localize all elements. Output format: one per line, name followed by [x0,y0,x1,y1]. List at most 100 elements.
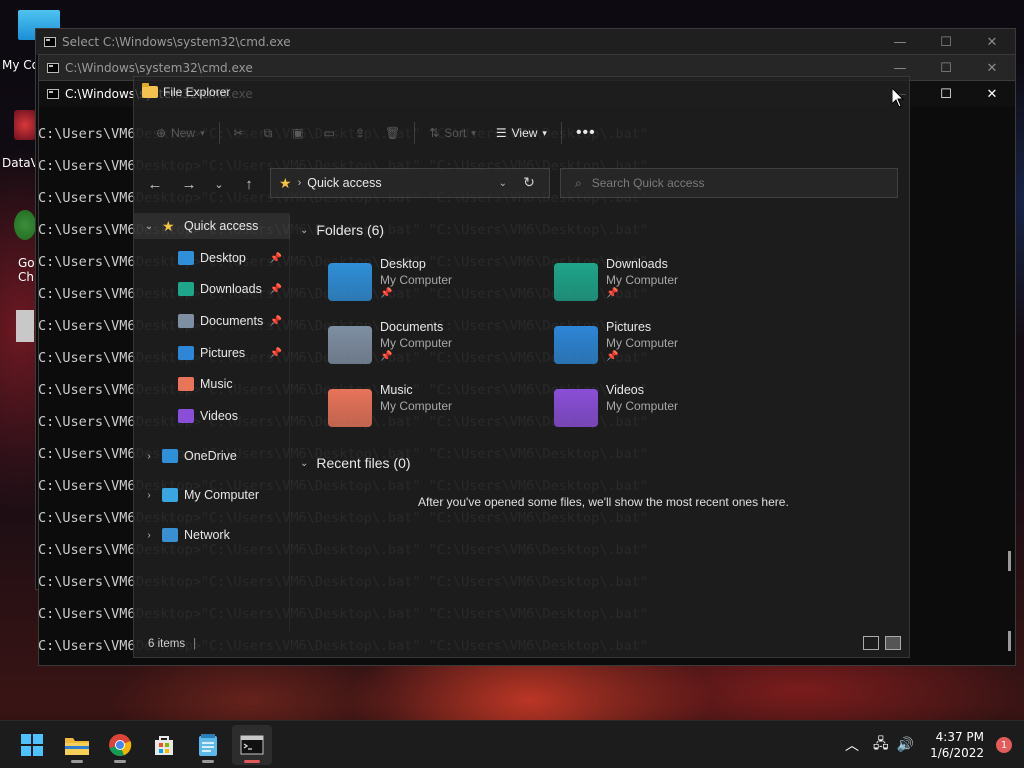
view-button[interactable]: ☰ View ▾ [486,118,557,148]
notification-badge[interactable]: 1 [996,737,1012,753]
copy-button[interactable]: ⧉ [254,118,283,148]
folder-tile-documents[interactable]: Documents My Computer 📌 [316,320,536,376]
item-count: 6 items [148,638,186,650]
sidebar-item-music[interactable]: Music [134,371,290,397]
folder-tile-desktop[interactable]: Desktop My Computer 📌 [316,257,536,313]
cmd-prompt-line: C:\Users\VM6 [38,510,136,526]
cmd-prompt-line: C:\Users\VM6 [38,414,136,430]
forward-button[interactable]: → [172,176,206,193]
file-icon [16,310,34,342]
refresh-button[interactable]: ↻ [514,167,544,197]
sidebar-item-label: My Computer [184,488,260,502]
chevron-icon[interactable]: › [142,530,156,541]
chevron-icon[interactable]: › [142,451,156,462]
cmd-titlebar[interactable]: Select C:\Windows\system32\cmd.exe — ☐ ✕ [36,29,1015,55]
maximize-button[interactable]: ☐ [923,81,969,107]
clock[interactable]: 4:37 PM 1/6/2022 [930,729,984,761]
view-icon: ☰ [495,126,507,140]
star-icon: ★ [162,218,175,234]
recent-locations-button[interactable]: ⌄ [206,178,232,191]
folder-tile-downloads[interactable]: Downloads My Computer 📌 [542,257,762,313]
cmd-app-icon [47,63,59,73]
taskbar-command-prompt[interactable] [232,725,272,765]
explorer-toolbar: ⊕ New ▾ ✂ ⧉ ▣ ▭ ⇪ 🗑 ⇅ Sort ▾ ☰ View ▾ ••… [134,113,909,153]
volume-icon[interactable]: 🔊 [897,737,914,753]
desktop-icon-datav[interactable] [14,110,36,140]
cmd-icon [240,735,264,755]
close-button[interactable]: ✕ [969,81,1015,107]
explorer-titlebar[interactable]: File Explorer [142,82,230,102]
close-button[interactable]: ✕ [969,29,1015,55]
sidebar-item-my-computer[interactable]: › My Computer [134,482,290,508]
start-button[interactable] [12,725,52,765]
desktop-icon-google-chrome[interactable] [14,210,36,240]
search-box[interactable]: ⌕ Search Quick access [560,168,898,198]
system-tray: ︿ 🖧 🔊 4:37 PM 1/6/2022 1 [845,721,1024,768]
minimize-button[interactable]: — [877,29,923,55]
folder-icon [142,83,158,98]
new-button[interactable]: ⊕ New ▾ [146,118,215,148]
pictures-folder-icon [554,326,598,364]
documents-folder-icon [178,314,194,328]
back-button[interactable]: ← [138,176,172,193]
sort-button[interactable]: ⇅ Sort ▾ [419,118,486,148]
rename-button[interactable]: ▭ [314,118,345,148]
rename-icon: ▭ [323,126,335,140]
cmd-prompt-line: C:\Users\VM6 [38,254,136,270]
taskbar-chrome[interactable] [100,725,140,765]
cmd-window-title: Select C:\Windows\system32\cmd.exe [62,35,291,49]
sidebar-item-quick-access[interactable]: ⌄ ★ Quick access [134,213,290,239]
taskbar-notepad[interactable] [188,725,228,765]
folder-tile-music[interactable]: Music My Computer [316,383,536,439]
chevron-down-icon: ⌄ [300,224,309,236]
network-icon[interactable]: 🖧 [873,733,889,757]
sidebar-item-network[interactable]: › Network [134,522,290,548]
address-bar[interactable]: ★ › Quick access ⌄ [270,168,550,198]
show-hidden-icons-button[interactable]: ︿ [845,735,859,755]
chevron-down-icon: ▾ [471,127,476,138]
paste-button[interactable]: ▣ [282,118,313,148]
sidebar-item-videos[interactable]: Videos [134,403,290,429]
desktop-icon-blank[interactable] [16,310,34,342]
sidebar-item-documents[interactable]: Documents 📌 [134,308,290,334]
sidebar-item-label: Quick access [184,219,259,233]
taskbar-file-explorer[interactable] [57,725,97,765]
running-indicator [114,760,126,763]
mouse-cursor-icon [892,88,904,108]
chevron-down-icon: ▾ [542,127,547,138]
details-view-toggle[interactable] [863,636,879,650]
chevron-icon[interactable]: ⌄ [142,221,156,232]
downloads-folder-icon [178,282,194,296]
sidebar-item-onedrive[interactable]: › OneDrive [134,443,290,469]
trash-icon: 🗑 [385,126,401,140]
cmd-prompt-line: C:\Users\VM6 [38,606,136,622]
chevron-down-icon[interactable]: ⌄ [499,178,507,189]
tiles-view-toggle[interactable] [885,636,901,650]
sidebar-item-pictures[interactable]: Pictures 📌 [134,340,290,366]
videos-folder-icon [178,409,194,423]
cmd-scrollbar-thumb-2[interactable] [1008,631,1011,651]
sidebar-item-downloads[interactable]: Downloads 📌 [134,276,290,302]
maximize-button[interactable]: ☐ [923,29,969,55]
cmd-scrollbar-thumb[interactable] [1008,551,1011,571]
file-explorer-window[interactable]: File Explorer ⊕ New ▾ ✂ ⧉ ▣ ▭ ⇪ 🗑 ⇅ Sort… [133,76,910,658]
delete-button[interactable]: 🗑 [375,118,410,148]
folder-tile-videos[interactable]: Videos My Computer [542,383,762,439]
chevron-icon[interactable]: › [142,490,156,501]
paste-icon: ▣ [292,126,304,140]
breadcrumb-chevron-icon: › [297,177,302,189]
more-options-button[interactable]: ••• [566,118,606,148]
folder-name: Pictures [606,320,652,334]
taskbar-microsoft-store[interactable] [144,725,184,765]
sidebar-item-desktop[interactable]: Desktop 📌 [134,245,290,271]
maximize-button[interactable]: ☐ [923,55,969,81]
share-button[interactable]: ⇪ [345,118,375,148]
cmd-window-title: C:\Windows\system32\cmd.exe [65,61,253,75]
close-button[interactable]: ✕ [969,55,1015,81]
recent-section-header[interactable]: ⌄ Recent files (0) [300,455,411,471]
folders-section-header[interactable]: ⌄ Folders (6) [300,222,384,238]
cut-button[interactable]: ✂ [224,118,254,148]
up-button[interactable]: ↑ [232,176,266,193]
folder-tile-pictures[interactable]: Pictures My Computer 📌 [542,320,762,376]
cmd-prompt-line: C:\Users\VM6 [38,350,136,366]
